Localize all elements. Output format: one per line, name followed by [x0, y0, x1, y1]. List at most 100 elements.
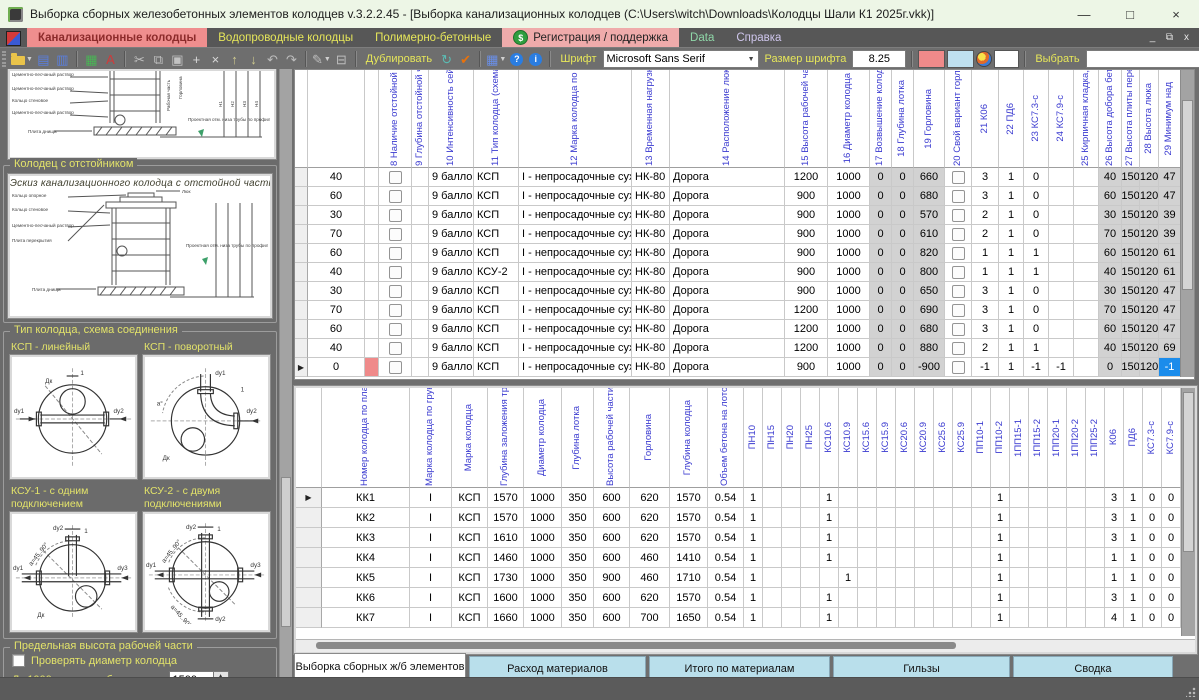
grid-cell[interactable]: 1: [999, 244, 1024, 263]
grid-cell[interactable]: 1: [991, 508, 1010, 528]
grid-cell[interactable]: [972, 588, 991, 608]
grid-cell[interactable]: [782, 488, 801, 508]
grid-cell[interactable]: [839, 508, 858, 528]
grid-cell[interactable]: I: [410, 548, 452, 568]
grid-cell[interactable]: [945, 225, 972, 244]
grid-cell[interactable]: КК4: [322, 548, 410, 568]
grid-cell[interactable]: 0: [1162, 528, 1181, 548]
grid-cell[interactable]: 1: [820, 588, 839, 608]
grid-cell[interactable]: 1200: [785, 301, 828, 320]
grid-cell[interactable]: [1029, 508, 1048, 528]
grid-cell[interactable]: 1000: [828, 282, 870, 301]
chevron-down-icon[interactable]: ▼: [499, 56, 506, 63]
menu-item[interactable]: $Регистрация / поддержка: [502, 28, 679, 47]
checkbox[interactable]: [952, 190, 965, 203]
column-header[interactable]: КС20.6: [896, 388, 915, 488]
tab-selection[interactable]: Выборка сборных ж/б элементов: [294, 653, 466, 680]
grid-cell[interactable]: [1029, 588, 1048, 608]
grid-cell[interactable]: [1086, 608, 1105, 628]
grid-cell[interactable]: 120: [1140, 320, 1159, 339]
grid-cell[interactable]: 1660: [488, 608, 524, 628]
grid-cell[interactable]: I - непросадочные сухи...: [519, 225, 632, 244]
chevron-down-icon[interactable]: ▼: [1195, 56, 1199, 63]
grid-cell[interactable]: 3: [1105, 508, 1124, 528]
grid-cell[interactable]: 0: [1143, 608, 1162, 628]
grid-cell[interactable]: [934, 588, 953, 608]
grid-cell[interactable]: 1: [991, 568, 1010, 588]
grid-cell[interactable]: [945, 206, 972, 225]
row-header[interactable]: [295, 206, 308, 225]
grid-cell[interactable]: 60: [308, 244, 365, 263]
grid-cell[interactable]: КСП: [474, 225, 519, 244]
grid-cell[interactable]: [972, 608, 991, 628]
add-row-icon[interactable]: +: [188, 50, 205, 68]
checkbox[interactable]: [952, 209, 965, 222]
grid-cell[interactable]: I: [410, 488, 452, 508]
grid-cell[interactable]: 0: [308, 358, 365, 377]
grid-cell[interactable]: [839, 548, 858, 568]
grid-cell[interactable]: 1: [820, 548, 839, 568]
chevron-down-icon[interactable]: ▼: [744, 56, 755, 63]
grid-cell[interactable]: 70: [1099, 225, 1122, 244]
grid-cell[interactable]: 1000: [828, 301, 870, 320]
grid-cell[interactable]: -900: [914, 358, 945, 377]
column-header[interactable]: 1ПП20-1: [1048, 388, 1067, 488]
grid-cell[interactable]: 0: [892, 301, 914, 320]
grid-cell[interactable]: 0: [1162, 548, 1181, 568]
grid-cell[interactable]: [934, 508, 953, 528]
column-header[interactable]: К06: [1105, 388, 1124, 488]
grid-cell[interactable]: [858, 588, 877, 608]
column-header[interactable]: ПН10: [744, 388, 763, 488]
grid-cell[interactable]: 1: [1124, 588, 1143, 608]
grid-cell[interactable]: [412, 339, 429, 358]
grid-cell[interactable]: [1029, 548, 1048, 568]
grid-cell[interactable]: [915, 588, 934, 608]
grid-cell[interactable]: 900: [785, 282, 828, 301]
grid-cell[interactable]: КСУ-2: [474, 263, 519, 282]
row-marker-cell[interactable]: [365, 225, 379, 244]
checkbox[interactable]: [389, 361, 402, 374]
grid-cell[interactable]: 40: [308, 263, 365, 282]
grid-cell[interactable]: 660: [914, 168, 945, 187]
grid-cell[interactable]: 2: [972, 339, 999, 358]
row-header[interactable]: ▶: [295, 358, 308, 377]
grid-cell[interactable]: 60: [1099, 320, 1122, 339]
move-down-icon[interactable]: ↓: [245, 50, 262, 68]
grid-cell[interactable]: [934, 568, 953, 588]
grid-cell[interactable]: 1: [999, 206, 1024, 225]
grid-cell[interactable]: 0.54: [708, 608, 744, 628]
grid-cell[interactable]: 0: [892, 168, 914, 187]
column-header[interactable]: ПН20: [782, 388, 801, 488]
grid-cell[interactable]: 1: [999, 263, 1024, 282]
minimize-button[interactable]: —: [1061, 0, 1107, 28]
grid-cell[interactable]: I - непросадочные сухи...: [519, 320, 632, 339]
grid-cell[interactable]: 0: [892, 282, 914, 301]
scrollbar-thumb[interactable]: [316, 642, 956, 649]
column-header[interactable]: КС25.9: [953, 388, 972, 488]
checkbox[interactable]: [389, 228, 402, 241]
grid-cell[interactable]: [858, 508, 877, 528]
grid-cell[interactable]: 70: [1099, 301, 1122, 320]
grid-cell[interactable]: [801, 588, 820, 608]
grid-cell[interactable]: [801, 528, 820, 548]
grid-cell[interactable]: [953, 528, 972, 548]
grid-cell[interactable]: 150: [1122, 168, 1140, 187]
row-color-swatch[interactable]: [918, 50, 945, 68]
grid-cell[interactable]: 0: [892, 206, 914, 225]
grid-cell[interactable]: [953, 508, 972, 528]
checkbox[interactable]: [389, 247, 402, 260]
grid-cell[interactable]: 0: [1162, 608, 1181, 628]
grid-cell[interactable]: КК5: [322, 568, 410, 588]
grid-cell[interactable]: [1029, 528, 1048, 548]
grid-cell[interactable]: 0: [892, 225, 914, 244]
checkbox[interactable]: [389, 266, 402, 279]
grid-cell[interactable]: [379, 244, 412, 263]
grid-cell[interactable]: 620: [630, 588, 670, 608]
grid-cell[interactable]: 1: [999, 168, 1024, 187]
grid-cell[interactable]: 1: [972, 263, 999, 282]
row-header[interactable]: [295, 168, 308, 187]
grid-cell[interactable]: 120: [1140, 187, 1159, 206]
grid-cell[interactable]: 0.54: [708, 508, 744, 528]
grid-cell[interactable]: Дорога: [670, 320, 785, 339]
grid-cell[interactable]: 1: [999, 301, 1024, 320]
